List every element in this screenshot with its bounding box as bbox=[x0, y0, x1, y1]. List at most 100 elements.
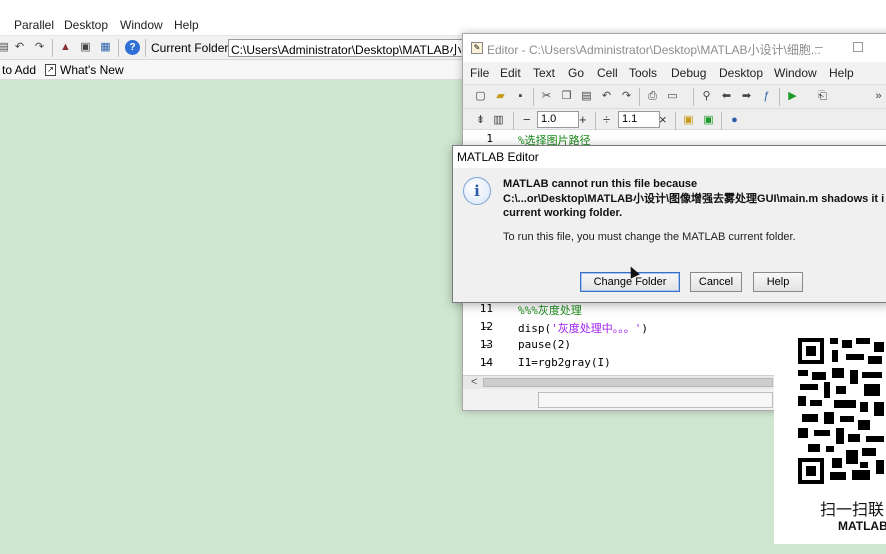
shortcuts-bar: to Add ↗ What's New bbox=[0, 60, 470, 80]
menu-help[interactable]: Help bbox=[174, 18, 199, 32]
menu-parallel[interactable]: Parallel bbox=[14, 18, 54, 32]
run-icon[interactable]: ▶ bbox=[785, 89, 800, 104]
toolbar-separator bbox=[145, 39, 146, 57]
simulink-icon[interactable]: ▲ bbox=[58, 40, 73, 55]
toolbar-separator bbox=[118, 39, 119, 57]
paste-icon[interactable]: ▤ bbox=[0, 40, 11, 55]
menu-desktop[interactable]: Desktop bbox=[64, 18, 108, 32]
editor-menu-text[interactable]: Text bbox=[533, 66, 555, 80]
scroll-thumb[interactable] bbox=[483, 378, 773, 387]
line-number: 11 bbox=[479, 302, 493, 315]
main-window-top bbox=[0, 0, 886, 14]
line-marker: – bbox=[483, 338, 490, 351]
toolbar-separator bbox=[533, 88, 534, 106]
divide-button[interactable]: ÷ bbox=[603, 112, 610, 127]
find-icon[interactable]: ⚲ bbox=[699, 89, 714, 104]
editor-menubar: File Edit Text Go Cell Tools Debug Deskt… bbox=[463, 62, 886, 84]
minimize-icon[interactable]: – bbox=[815, 38, 823, 54]
function-icon[interactable]: ƒ bbox=[759, 89, 774, 104]
undo-icon[interactable]: ↶ bbox=[12, 40, 27, 55]
profiler-icon[interactable]: ▦ bbox=[98, 40, 113, 55]
info-icon: i bbox=[463, 177, 491, 205]
dialog-message-line: current working folder. bbox=[503, 207, 623, 219]
shortcut-add-link[interactable]: to Add bbox=[2, 63, 36, 77]
toolbar-separator bbox=[693, 88, 694, 106]
decrement-button[interactable]: − bbox=[523, 112, 531, 127]
dialog-message: MATLAB cannot run this file because C:\.… bbox=[503, 177, 886, 221]
menu-window[interactable]: Window bbox=[120, 18, 163, 32]
line-marker: – bbox=[483, 320, 490, 333]
copy-icon[interactable]: ❐ bbox=[559, 89, 574, 104]
undo-icon[interactable]: ↶ bbox=[599, 89, 614, 104]
toolbar-separator bbox=[721, 112, 722, 130]
editor-menu-cell[interactable]: Cell bbox=[597, 66, 618, 80]
whats-new-icon[interactable]: ↗ bbox=[45, 64, 56, 76]
code-text: I1=rgb2gray(I) bbox=[518, 356, 611, 369]
toolbar-separator bbox=[779, 88, 780, 106]
cut-icon[interactable]: ✂ bbox=[539, 89, 554, 104]
qr-code bbox=[796, 330, 886, 486]
breakpoint-icon[interactable]: ⎗ bbox=[815, 89, 830, 104]
editor-title: Editor - C:\Users\Administrator\Desktop\… bbox=[487, 43, 821, 57]
help-icon[interactable]: ? bbox=[125, 40, 140, 55]
cell-divide-field[interactable]: 1.1 bbox=[618, 111, 660, 128]
editor-menu-desktop[interactable]: Desktop bbox=[719, 66, 763, 80]
toolbar-separator bbox=[595, 112, 596, 130]
matlab-editor-dialog: MATLAB Editor i MATLAB cannot run this f… bbox=[452, 145, 886, 303]
editor-menu-file[interactable]: File bbox=[470, 66, 489, 80]
save-icon[interactable]: ▪ bbox=[513, 89, 528, 104]
overflow-chevron-icon[interactable]: » bbox=[871, 89, 886, 104]
qr-subcaption: MATLAB bbox=[838, 519, 886, 533]
new-file-icon[interactable]: ▢ bbox=[473, 89, 488, 104]
editor-menu-edit[interactable]: Edit bbox=[500, 66, 521, 80]
status-field bbox=[538, 392, 773, 408]
comment-icon[interactable]: ▭ bbox=[665, 89, 680, 104]
editor-titlebar: ✎ Editor - C:\Users\Administrator\Deskto… bbox=[463, 34, 886, 62]
cell-mode-icon[interactable]: ▥ bbox=[491, 113, 506, 128]
qr-overlay: 扫一扫联 MATLAB bbox=[774, 320, 886, 544]
editor-menu-tools[interactable]: Tools bbox=[629, 66, 657, 80]
cell-help-icon[interactable]: ● bbox=[727, 113, 742, 128]
dialog-message-line: C:\...or\Desktop\MATLAB小设计\图像增强去雾处理GUI\m… bbox=[503, 192, 885, 205]
qr-caption: 扫一扫联 bbox=[820, 502, 885, 519]
dialog-sub-message: To run this file, you must change the MA… bbox=[503, 231, 796, 243]
toolbar-separator bbox=[513, 112, 514, 130]
evaluate-cell-icon[interactable]: ▣ bbox=[681, 113, 696, 128]
code-text: disp('灰度处理中。。。') bbox=[518, 322, 648, 335]
dialog-titlebar: MATLAB Editor bbox=[453, 146, 886, 168]
back-arrow-icon[interactable]: ⬅ bbox=[719, 89, 734, 104]
cancel-button[interactable]: Cancel bbox=[690, 272, 742, 292]
paste-icon[interactable]: ▤ bbox=[579, 89, 594, 104]
redo-icon[interactable]: ↷ bbox=[32, 40, 47, 55]
multiply-button[interactable]: × bbox=[659, 112, 667, 127]
toolbar-separator bbox=[675, 112, 676, 130]
editor-menu-window[interactable]: Window bbox=[774, 66, 817, 80]
increment-button[interactable]: + bbox=[579, 112, 587, 127]
toolbar-separator bbox=[639, 88, 640, 106]
maximize-icon[interactable] bbox=[853, 42, 863, 52]
cell-increment-field[interactable]: 1.0 bbox=[537, 111, 579, 128]
redo-icon[interactable]: ↷ bbox=[619, 89, 634, 104]
code-line: 11 %%%灰度处理 bbox=[463, 302, 886, 320]
editor-file-icon: ✎ bbox=[471, 42, 483, 54]
scroll-left-button[interactable]: < bbox=[471, 376, 477, 388]
code-text: pause(2) bbox=[518, 338, 571, 351]
line-number: 1 bbox=[486, 132, 493, 145]
current-folder-label: Current Folder: bbox=[151, 41, 232, 55]
editor-toolbar: ▢ ▰ ▪ ✂ ❐ ▤ ↶ ↷ ⎙ ▭ ⚲ ⬅ ➡ ƒ ▶ ⎗ » bbox=[463, 84, 886, 108]
forward-arrow-icon[interactable]: ➡ bbox=[739, 89, 754, 104]
print-icon[interactable]: ⎙ bbox=[645, 89, 660, 104]
editor-menu-go[interactable]: Go bbox=[568, 66, 584, 80]
help-button[interactable]: Help bbox=[753, 272, 803, 292]
insert-cell-icon[interactable]: ⇟ bbox=[473, 113, 488, 128]
editor-menu-debug[interactable]: Debug bbox=[671, 66, 706, 80]
editor-menu-help[interactable]: Help bbox=[829, 66, 854, 80]
guide-icon[interactable]: ▣ bbox=[78, 40, 93, 55]
cell-toolbar: ⇟ ▥ − 1.0 + ÷ 1.1 × ▣ ▣ ● bbox=[463, 108, 886, 130]
dialog-title: MATLAB Editor bbox=[457, 150, 539, 164]
code-text: %%%灰度处理 bbox=[518, 304, 582, 317]
evaluate-advance-icon[interactable]: ▣ bbox=[701, 113, 716, 128]
current-folder-input[interactable]: C:\Users\Administrator\Desktop\MATLAB小设计 bbox=[228, 39, 468, 57]
open-folder-icon[interactable]: ▰ bbox=[493, 89, 508, 104]
whats-new-link[interactable]: What's New bbox=[60, 63, 124, 77]
